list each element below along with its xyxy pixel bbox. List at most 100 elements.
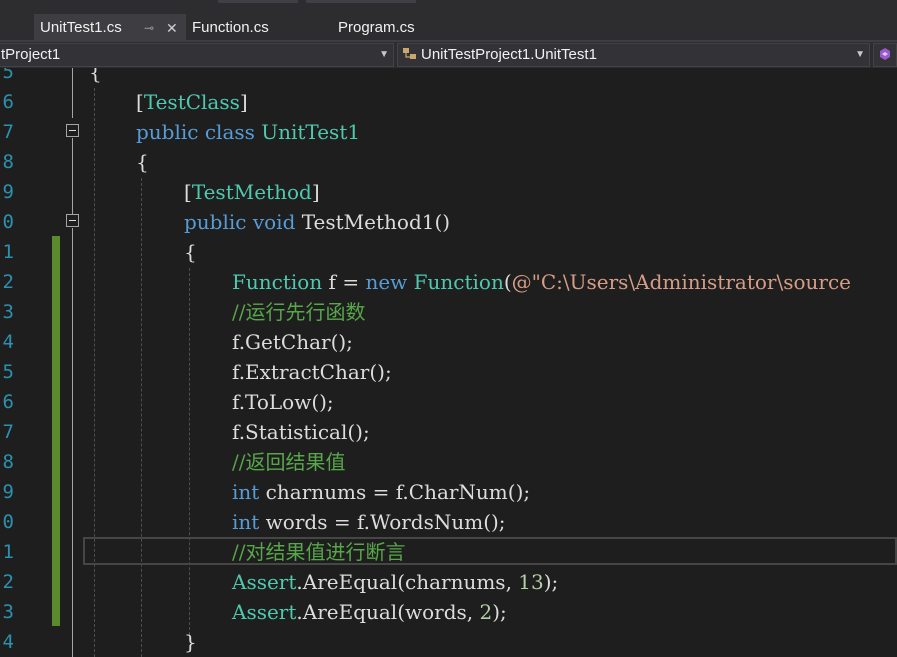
code-token: TestMethod1(): [295, 210, 451, 234]
code-line[interactable]: {: [89, 68, 102, 87]
line-number: 8: [2, 151, 14, 173]
tab-label: Program.cs: [338, 19, 415, 36]
collapse-icon[interactable]: [66, 214, 79, 227]
code-token: TestClass: [143, 90, 240, 114]
line-number: 1: [2, 241, 14, 263]
code-line[interactable]: public void TestMethod1(): [184, 207, 450, 237]
tab-label: Function.cs: [192, 19, 269, 36]
tab-program[interactable]: Program.cs: [332, 14, 462, 42]
code-token: );: [492, 600, 507, 624]
outline-line: [72, 228, 73, 657]
code-token: [: [184, 180, 192, 204]
line-number: 7: [2, 421, 14, 443]
code-token: Assert: [232, 570, 297, 594]
code-token: f.ToLow();: [232, 390, 334, 414]
line-number: 7: [2, 121, 14, 143]
code-token: 13: [518, 570, 544, 594]
line-number: 0: [2, 211, 14, 233]
code-line[interactable]: //对结果值进行断言: [232, 537, 405, 567]
line-number: 4: [2, 631, 14, 653]
project-name: tProject1: [1, 46, 61, 63]
code-token: //运行先行函数: [232, 300, 366, 324]
code-line[interactable]: }: [184, 627, 197, 657]
document-tab-bar: UnitTest1.cs ⊸ ✕ Function.cs Program.cs: [0, 14, 897, 42]
code-line[interactable]: public class UnitTest1: [136, 117, 360, 147]
class-dropdown[interactable]: UnitTestProject1.UnitTest1 ▼: [397, 43, 870, 67]
line-number: 3: [2, 601, 14, 623]
code-token: //返回结果值: [232, 450, 346, 474]
code-token: @"C:\Users\Administrator\source: [511, 270, 851, 294]
line-number: 9: [2, 481, 14, 503]
code-token: UnitTest1: [261, 120, 361, 144]
code-token: int: [232, 510, 260, 534]
tab-unittest1[interactable]: UnitTest1.cs ⊸ ✕: [34, 14, 186, 42]
code-token: }: [184, 630, 197, 654]
line-number: 8: [2, 451, 14, 473]
code-token: (: [503, 270, 512, 294]
cube-icon: [880, 48, 890, 60]
code-token: {: [89, 68, 102, 84]
code-token: f =: [322, 270, 366, 294]
code-token: public: [136, 120, 199, 144]
code-line[interactable]: f.GetChar();: [232, 327, 353, 357]
code-line[interactable]: Assert.AreEqual(words, 2);: [232, 597, 507, 627]
code-line[interactable]: //运行先行函数: [232, 297, 365, 327]
indent-guide: [189, 268, 190, 640]
code-token: words = f.WordsNum();: [259, 510, 506, 534]
line-number: 2: [2, 571, 14, 593]
title-strip: [0, 0, 897, 14]
code-line[interactable]: //返回结果值: [232, 447, 345, 477]
code-line[interactable]: int charnums = f.CharNum();: [232, 477, 530, 507]
indent-guide: [94, 88, 95, 657]
code-token: TestMethod: [191, 180, 312, 204]
navigation-bar: tProject1 ▼ UnitTestProject1.UnitTest1 ▼: [0, 42, 897, 68]
close-icon[interactable]: ✕: [166, 14, 178, 42]
tab-function[interactable]: Function.cs: [186, 14, 316, 42]
code-token: f.ExtractChar();: [232, 360, 392, 384]
code-line[interactable]: f.Statistical();: [232, 417, 370, 447]
code-line[interactable]: {: [184, 237, 197, 267]
outline-line: [72, 138, 73, 220]
code-token: {: [184, 240, 197, 264]
line-number: 6: [2, 391, 14, 413]
code-line[interactable]: Assert.AreEqual(charnums, 13);: [232, 567, 558, 597]
line-number: 3: [2, 301, 14, 323]
code-line[interactable]: {: [136, 147, 149, 177]
hidden-tab-edge: [306, 0, 416, 3]
hidden-tab-edge: [218, 0, 298, 3]
code-editor[interactable]: 56789012345678901234 {[TestClass] public …: [0, 68, 897, 657]
code-token: .AreEqual(words,: [296, 600, 480, 624]
class-icon: [402, 46, 418, 60]
outline-line: [72, 68, 73, 118]
code-line[interactable]: int words = f.WordsNum();: [232, 507, 506, 537]
project-dropdown[interactable]: tProject1 ▼: [0, 43, 394, 67]
member-dropdown[interactable]: [873, 43, 897, 67]
code-line[interactable]: [TestMethod]: [184, 177, 320, 207]
code-token: Function: [232, 270, 323, 294]
code-token: public: [184, 210, 247, 234]
code-token: f.GetChar();: [232, 330, 353, 354]
code-token: [: [136, 90, 144, 114]
indent-guide: [141, 178, 142, 657]
code-token: ]: [311, 180, 320, 204]
change-tracking-bar: [52, 236, 60, 626]
code-token: {: [136, 150, 149, 174]
code-line[interactable]: Function f = new Function(@"C:\Users\Adm…: [232, 267, 851, 297]
code-token: //对结果值进行断言: [232, 540, 406, 564]
code-line[interactable]: [TestClass]: [136, 87, 248, 117]
code-token: f.Statistical();: [232, 420, 370, 444]
code-token: );: [543, 570, 559, 594]
collapse-icon[interactable]: [66, 124, 79, 137]
tab-label: UnitTest1.cs: [40, 19, 122, 36]
code-token: Function: [413, 270, 504, 294]
code-token: charnums = f.CharNum();: [259, 480, 531, 504]
code-token: class: [204, 120, 255, 144]
code-line[interactable]: f.ExtractChar();: [232, 357, 392, 387]
line-number: 9: [2, 181, 14, 203]
code-token: int: [232, 480, 260, 504]
line-number: 0: [2, 511, 14, 533]
pin-icon[interactable]: ⊸: [144, 14, 154, 42]
chevron-down-icon: ▼: [855, 49, 865, 60]
code-line[interactable]: f.ToLow();: [232, 387, 334, 417]
code-token: .AreEqual(charnums,: [296, 570, 519, 594]
